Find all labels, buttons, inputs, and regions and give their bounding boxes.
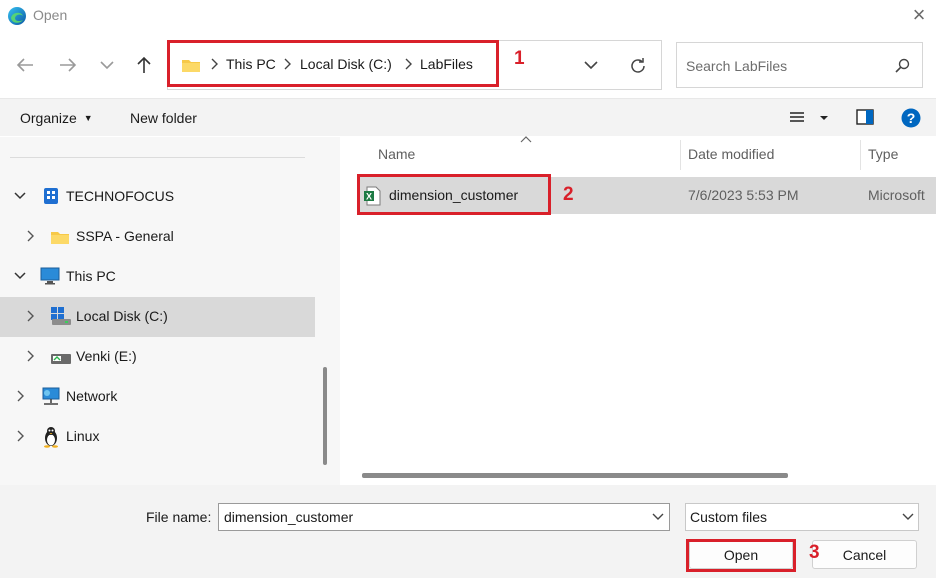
title-bar: Open × — [0, 0, 936, 32]
tree-item-sspa-general[interactable]: SSPA - General — [0, 217, 315, 257]
address-dropdown-button[interactable] — [583, 59, 599, 71]
penguin-icon — [42, 426, 60, 448]
recent-locations-button[interactable] — [93, 51, 121, 79]
chevron-down-icon — [584, 61, 598, 70]
caret-down-icon: ▼ — [83, 113, 93, 123]
nav-divider — [10, 157, 305, 158]
chevron-down-icon[interactable] — [652, 513, 664, 521]
tree-item-venki[interactable]: Venki (E:) — [0, 337, 315, 377]
nav-scrollbar-thumb[interactable] — [323, 367, 327, 465]
column-header-name[interactable]: Name — [378, 146, 415, 162]
highlight-box-address — [167, 40, 499, 87]
highlight-box-open — [686, 539, 796, 572]
chevron-down-icon[interactable] — [902, 513, 914, 521]
step-marker-2: 2 — [563, 184, 574, 205]
monitor-icon — [40, 267, 60, 285]
organize-button[interactable]: Organize ▼ — [20, 110, 93, 126]
folder-icon — [50, 229, 70, 245]
refresh-button[interactable] — [628, 56, 648, 76]
forward-button[interactable] — [54, 51, 82, 79]
column-header-type[interactable]: Type — [868, 146, 898, 162]
list-view-icon — [790, 112, 828, 122]
back-arrow-icon — [16, 58, 33, 72]
highlight-box-file — [357, 174, 551, 215]
file-date-modified: 7/6/2023 5:53 PM — [688, 187, 799, 203]
sort-ascending-icon — [520, 135, 532, 143]
tree-label: Linux — [66, 428, 100, 444]
tree-label: Network — [66, 388, 118, 404]
building-icon — [42, 187, 60, 205]
search-box[interactable]: Search LabFiles — [676, 42, 923, 88]
column-divider[interactable] — [680, 140, 681, 170]
chevron-right-icon[interactable] — [16, 390, 24, 402]
navigation-pane: TECHNOFOCUS SSPA - General This PC Local… — [0, 137, 340, 485]
step-marker-1: 1 — [514, 48, 525, 69]
preview-pane-button[interactable] — [856, 109, 874, 125]
chevron-down-icon — [100, 61, 114, 70]
file-type-filter[interactable]: Custom files — [685, 503, 919, 531]
up-button[interactable] — [130, 51, 158, 79]
column-divider[interactable] — [860, 140, 861, 170]
cancel-button[interactable]: Cancel — [812, 540, 917, 569]
file-name-label: File name: — [146, 509, 212, 525]
chevron-down-icon[interactable] — [14, 271, 26, 281]
chevron-right-icon[interactable] — [26, 310, 34, 322]
file-type: Microsoft — [868, 187, 925, 203]
help-button[interactable]: ? — [901, 108, 921, 128]
tree-label: Local Disk (C:) — [76, 308, 168, 324]
column-header-date[interactable]: Date modified — [688, 146, 774, 162]
window-title: Open — [33, 7, 68, 23]
tree-item-technofocus[interactable]: TECHNOFOCUS — [0, 177, 315, 217]
tree-label: TECHNOFOCUS — [66, 188, 175, 204]
chevron-right-icon[interactable] — [26, 230, 34, 242]
preview-pane-icon — [856, 109, 874, 125]
new-folder-button[interactable]: New folder — [130, 110, 197, 126]
organize-label: Organize — [20, 110, 77, 126]
disk-icon — [50, 306, 72, 326]
tree-item-network[interactable]: Network — [0, 377, 315, 417]
svg-text:?: ? — [907, 110, 916, 126]
chevron-down-icon[interactable] — [14, 191, 26, 201]
tree-label: This PC — [66, 268, 116, 284]
tree-label: Venki (E:) — [76, 348, 137, 364]
command-bar: Organize ▼ New folder ? — [0, 98, 936, 136]
chevron-right-icon[interactable] — [16, 430, 24, 442]
search-icon — [894, 58, 910, 74]
file-name-value[interactable]: dimension_customer — [224, 509, 353, 525]
tree-item-linux[interactable]: Linux — [0, 417, 315, 457]
close-button[interactable]: × — [908, 4, 930, 26]
file-type-filter-value: Custom files — [690, 509, 768, 525]
chevron-right-icon[interactable] — [26, 350, 34, 362]
tree-item-local-disk[interactable]: Local Disk (C:) — [0, 297, 315, 337]
tree-item-this-pc[interactable]: This PC — [0, 257, 315, 297]
file-name-input[interactable]: dimension_customer — [218, 503, 670, 531]
drive-icon — [50, 350, 72, 366]
forward-arrow-icon — [60, 58, 77, 72]
back-button[interactable] — [11, 51, 39, 79]
edge-logo-icon — [7, 6, 27, 26]
search-input[interactable]: Search LabFiles — [686, 58, 787, 74]
tree-label: SSPA - General — [76, 228, 174, 244]
network-icon — [40, 387, 62, 407]
up-arrow-icon — [137, 56, 151, 73]
refresh-icon — [631, 58, 645, 73]
step-marker-3: 3 — [809, 542, 820, 563]
content-scrollbar-thumb[interactable] — [362, 473, 788, 478]
view-options-button[interactable] — [789, 111, 831, 125]
help-icon: ? — [901, 108, 921, 128]
